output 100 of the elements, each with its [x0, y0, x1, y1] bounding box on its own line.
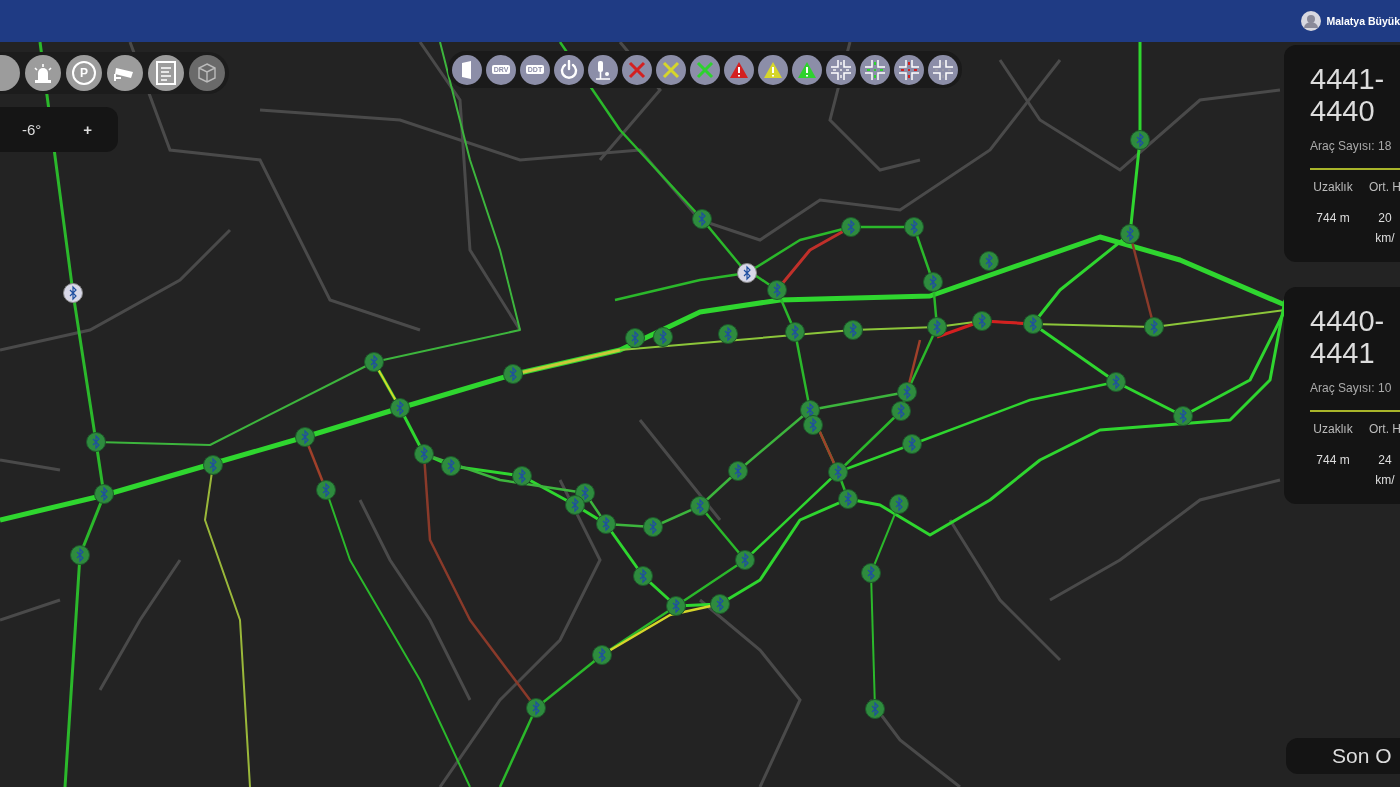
filter-button[interactable]	[554, 54, 584, 85]
sensor-marker[interactable]	[710, 594, 730, 614]
sensor-marker[interactable]	[203, 455, 223, 475]
sensor-marker[interactable]	[1144, 317, 1164, 337]
tool-button[interactable]	[148, 55, 184, 91]
sensor-marker[interactable]	[633, 566, 653, 586]
crossroad-icon	[932, 58, 954, 81]
road-line	[0, 598, 61, 622]
sensor-marker[interactable]	[1120, 224, 1140, 244]
stat-value: 744 m	[1316, 452, 1350, 469]
sensor-marker[interactable]	[1130, 130, 1150, 150]
road-line	[0, 458, 61, 472]
sensor-marker[interactable]	[902, 434, 922, 454]
filter-button[interactable]	[758, 54, 788, 85]
sensor-marker[interactable]	[838, 489, 858, 509]
sensor-marker[interactable]	[666, 596, 686, 616]
user-name[interactable]: Malatya Büyük	[1326, 15, 1400, 27]
sensor-marker[interactable]	[865, 699, 885, 719]
sensor-marker[interactable]	[1106, 372, 1126, 392]
sensor-marker[interactable]	[861, 563, 881, 583]
x-icon	[628, 60, 646, 79]
filter-button[interactable]	[792, 54, 822, 85]
sensor-marker[interactable]	[653, 327, 673, 347]
sensor-marker[interactable]	[828, 462, 848, 482]
sensor-marker[interactable]	[441, 456, 461, 476]
filter-button[interactable]	[826, 54, 856, 85]
power-icon	[559, 59, 579, 80]
vehicle-count: Araç Sayısı: 10	[1310, 381, 1393, 395]
sensor-marker[interactable]	[625, 328, 645, 348]
sensor-marker[interactable]	[889, 494, 909, 514]
sensor-marker[interactable]	[728, 461, 748, 481]
sensor-marker[interactable]	[690, 496, 710, 516]
sensor-marker[interactable]	[737, 263, 757, 283]
parking-button[interactable]: P	[66, 55, 102, 91]
filter-button[interactable]	[894, 54, 924, 85]
zoom-in-button[interactable]: +	[83, 121, 93, 138]
sensor-marker[interactable]	[86, 432, 106, 452]
stat-label: Ort. H	[1369, 422, 1400, 436]
vehicle-count: Araç Sayısı: 18	[1310, 139, 1393, 153]
sensor-marker[interactable]	[1173, 406, 1193, 426]
siren-icon	[32, 63, 54, 83]
crossroad-icon	[830, 58, 852, 81]
stat-label: Ort. H	[1369, 180, 1400, 194]
filter-button[interactable]	[690, 54, 720, 85]
crossroad-icon	[864, 58, 886, 81]
sensor-marker[interactable]	[841, 217, 861, 237]
sensor-marker[interactable]	[316, 480, 336, 500]
warning-icon	[797, 60, 817, 79]
traffic-light-icon	[595, 59, 611, 80]
stat-label: Uzaklık	[1313, 180, 1353, 194]
stat-label: Uzaklık	[1313, 422, 1353, 436]
crossroad-icon	[898, 58, 920, 81]
filter-button[interactable]	[928, 54, 958, 85]
sensor-marker[interactable]	[526, 698, 546, 718]
sensor-marker[interactable]	[1023, 314, 1043, 334]
sensor-marker[interactable]	[718, 324, 738, 344]
sensor-marker[interactable]	[295, 427, 315, 447]
sensor-marker[interactable]	[927, 317, 947, 337]
sensor-marker[interactable]	[897, 382, 917, 402]
stat-value: 744 m	[1316, 210, 1350, 227]
sensor-marker[interactable]	[70, 545, 90, 565]
sensor-marker[interactable]	[503, 364, 523, 384]
rotation-angle: -6°	[22, 121, 42, 138]
sensor-marker[interactable]	[94, 484, 114, 504]
filter-button[interactable]	[588, 54, 618, 85]
sensor-marker[interactable]	[891, 401, 911, 421]
stat-value: 24 km/	[1374, 452, 1396, 489]
sensor-marker[interactable]	[390, 398, 410, 418]
sensor-marker[interactable]	[512, 466, 532, 486]
sensor-marker[interactable]	[364, 352, 384, 372]
sensor-marker[interactable]	[592, 645, 612, 665]
sensor-marker[interactable]	[63, 283, 83, 303]
door-icon	[460, 59, 474, 80]
sensor-marker[interactable]	[904, 217, 924, 237]
route-title: 4440-4441	[1310, 305, 1386, 369]
sensor-marker[interactable]	[785, 322, 805, 342]
avatar-icon[interactable]	[1301, 11, 1322, 31]
stat-value: 20 km/	[1374, 210, 1396, 247]
sensor-marker[interactable]	[767, 280, 787, 300]
sensor-marker[interactable]	[735, 550, 755, 570]
sensor-marker[interactable]	[843, 320, 863, 340]
card-title: Son O	[1332, 744, 1392, 768]
sensor-marker[interactable]	[643, 517, 663, 537]
sensor-marker[interactable]	[692, 209, 712, 229]
sensor-marker[interactable]	[803, 415, 823, 435]
warning-icon	[763, 60, 783, 79]
filter-button[interactable]	[452, 54, 482, 85]
filter-button[interactable]	[860, 54, 890, 85]
document-icon	[155, 61, 177, 85]
sensor-marker[interactable]	[596, 514, 616, 534]
sensor-marker[interactable]	[972, 311, 992, 331]
sensor-marker[interactable]	[923, 272, 943, 292]
filter-button[interactable]	[656, 54, 686, 85]
x-icon	[696, 60, 714, 79]
sensor-marker[interactable]	[979, 251, 999, 271]
cube-icon	[196, 62, 218, 84]
sensor-marker[interactable]	[414, 444, 434, 464]
tool-button[interactable]	[107, 55, 143, 91]
sensor-marker[interactable]	[565, 495, 585, 515]
tool-button[interactable]	[25, 55, 61, 91]
